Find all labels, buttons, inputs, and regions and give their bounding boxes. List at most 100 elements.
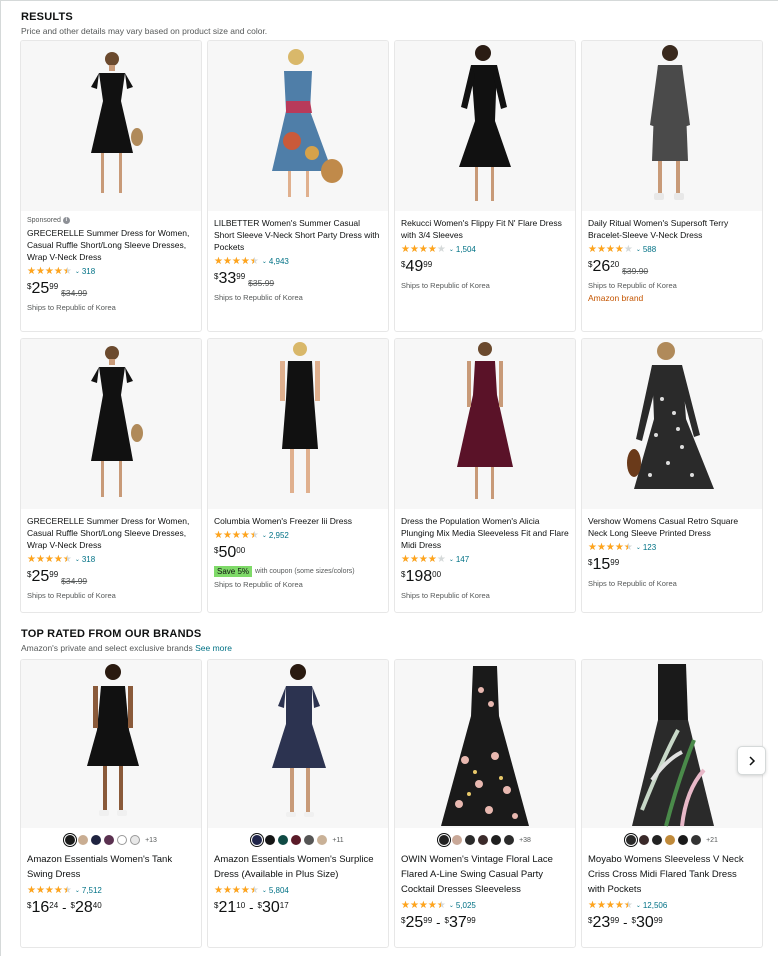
coupon-badge[interactable]: Save 5% [214, 566, 253, 577]
product-image[interactable] [395, 41, 575, 211]
product-rating[interactable]: ★★★★★★★★★★ ⌄ 2,952 [214, 529, 382, 541]
color-swatch[interactable] [278, 835, 289, 845]
color-swatch[interactable] [652, 835, 663, 845]
rating-count[interactable]: 123 [643, 543, 656, 552]
rating-count[interactable]: 588 [643, 245, 656, 254]
rating-count[interactable]: 4,943 [269, 257, 289, 266]
product-title[interactable]: Columbia Women's Freezer Iii Dress [214, 515, 382, 527]
coupon-row[interactable]: Save 5% with coupon (some sizes/colors) [214, 566, 382, 577]
carousel-next-button[interactable] [737, 746, 766, 775]
color-swatch[interactable] [639, 835, 650, 845]
color-swatch[interactable] [91, 835, 102, 845]
color-swatch[interactable] [478, 835, 489, 845]
product-title[interactable]: GRECERELLE Summer Dress for Women, Casua… [27, 515, 195, 551]
price-range[interactable]: $23 99- $30 99 [588, 914, 663, 932]
rating-count[interactable]: 12,506 [643, 901, 667, 910]
product-image[interactable] [21, 41, 201, 211]
product-card[interactable]: LILBETTER Women's Summer Casual Short Sl… [207, 40, 389, 332]
product-rating[interactable]: ★★★★★★★★★★ ⌄ 147 [401, 553, 569, 565]
rating-count[interactable]: 318 [82, 267, 95, 276]
product-price[interactable]: $26 20 [588, 258, 619, 276]
color-swatch[interactable] [452, 835, 463, 845]
rating-count[interactable]: 1,504 [456, 245, 476, 254]
product-card[interactable]: Dress the Population Women's Alicia Plun… [394, 338, 576, 613]
product-rating[interactable]: ★★★★★★★★★★ ⌄ 1,504 [401, 243, 569, 255]
color-swatch[interactable] [504, 835, 515, 845]
product-card[interactable]: GRECERELLE Summer Dress for Women, Casua… [20, 338, 202, 613]
color-swatch[interactable] [626, 835, 637, 845]
product-price[interactable]: $198 00 [401, 568, 441, 586]
rating-count[interactable]: 7,512 [82, 886, 102, 895]
color-swatch[interactable] [491, 835, 502, 845]
product-title[interactable]: Amazon Essentials Women's Tank Swing Dre… [27, 852, 195, 882]
rating-count[interactable]: 318 [82, 555, 95, 564]
product-card[interactable]: Vershow Womens Casual Retro Square Neck … [581, 338, 763, 613]
product-price[interactable]: $25 99 [27, 568, 58, 586]
product-title[interactable]: Rekucci Women's Flippy Fit N' Flare Dres… [401, 217, 569, 241]
color-swatch[interactable] [104, 835, 115, 845]
product-price[interactable]: $50 00 [214, 544, 245, 562]
color-swatch[interactable] [265, 835, 276, 845]
product-card[interactable]: Rekucci Women's Flippy Fit N' Flare Dres… [394, 40, 576, 332]
product-rating[interactable]: ★★★★★★★★★★ ⌄ 4,943 [214, 255, 382, 267]
product-title[interactable]: Vershow Womens Casual Retro Square Neck … [588, 515, 756, 539]
see-more-link[interactable]: See more [195, 643, 232, 653]
product-price[interactable]: $15 99 [588, 556, 619, 574]
more-colors[interactable]: +21 [706, 837, 718, 844]
product-image[interactable] [208, 339, 388, 509]
color-swatch[interactable] [78, 835, 89, 845]
color-swatch[interactable] [678, 835, 689, 845]
color-swatch[interactable] [665, 835, 676, 845]
product-card[interactable]: Daily Ritual Women's Supersoft Terry Bra… [581, 40, 763, 332]
product-price[interactable]: $25 99 [27, 280, 58, 298]
color-swatch[interactable] [439, 835, 450, 845]
product-image[interactable] [582, 660, 762, 828]
product-card[interactable]: Columbia Women's Freezer Iii Dress ★★★★★… [207, 338, 389, 613]
product-rating[interactable]: ★★★★★★★★★★ ⌄ 5,804 [214, 884, 382, 896]
color-swatch[interactable] [304, 835, 315, 845]
product-title[interactable]: Daily Ritual Women's Supersoft Terry Bra… [588, 217, 756, 241]
price-range[interactable]: $25 99- $37 99 [401, 914, 476, 932]
color-swatch[interactable] [252, 835, 263, 845]
product-rating[interactable]: ★★★★★★★★★★ ⌄ 123 [588, 541, 756, 553]
product-price[interactable]: $49 99 [401, 258, 432, 276]
more-colors[interactable]: +11 [332, 837, 343, 844]
color-swatch[interactable] [465, 835, 476, 845]
product-image[interactable] [21, 660, 201, 828]
info-icon[interactable]: i [62, 217, 70, 224]
product-title[interactable]: Amazon Essentials Women's Surplice Dress… [214, 852, 382, 882]
product-price[interactable]: $33 99 [214, 270, 245, 288]
brand-product-card[interactable]: +13 Amazon Essentials Women's Tank Swing… [20, 659, 202, 948]
rating-count[interactable]: 147 [456, 555, 469, 564]
brand-product-card[interactable]: +38 OWIN Women's Vintage Floral Lace Fla… [394, 659, 576, 948]
product-rating[interactable]: ★★★★★★★★★★ ⌄ 7,512 [27, 884, 195, 896]
product-image[interactable] [395, 660, 575, 828]
product-rating[interactable]: ★★★★★★★★★★ ⌄ 12,506 [588, 899, 756, 911]
product-image[interactable] [21, 339, 201, 509]
product-card[interactable]: Sponsored i GRECERELLE Summer Dress for W… [20, 40, 202, 332]
more-colors[interactable]: +38 [519, 837, 531, 844]
color-swatch[interactable] [691, 835, 702, 845]
product-image[interactable] [208, 41, 388, 211]
color-swatch[interactable] [65, 835, 76, 845]
product-image[interactable] [582, 41, 762, 211]
product-image[interactable] [395, 339, 575, 509]
product-title[interactable]: Moyabo Womens Sleeveless V Neck Criss Cr… [588, 852, 756, 897]
more-colors[interactable]: +13 [145, 837, 157, 844]
product-title[interactable]: OWIN Women's Vintage Floral Lace Flared … [401, 852, 569, 897]
product-rating[interactable]: ★★★★★★★★★★ ⌄ 5,025 [401, 899, 569, 911]
rating-count[interactable]: 5,804 [269, 886, 289, 895]
product-rating[interactable]: ★★★★★★★★★★ ⌄ 318 [27, 265, 195, 277]
product-title[interactable]: Dress the Population Women's Alicia Plun… [401, 515, 569, 551]
product-title[interactable]: GRECERELLE Summer Dress for Women, Casua… [27, 227, 195, 263]
price-range[interactable]: $21 10- $30 17 [214, 899, 289, 917]
product-rating[interactable]: ★★★★★★★★★★ ⌄ 318 [27, 553, 195, 565]
color-swatch[interactable] [317, 835, 328, 845]
brand-product-card[interactable]: +21 Moyabo Womens Sleeveless V Neck Cris… [581, 659, 763, 948]
product-image[interactable] [208, 660, 388, 828]
price-range[interactable]: $16 24- $28 40 [27, 899, 102, 917]
brand-product-card[interactable]: +11 Amazon Essentials Women's Surplice D… [207, 659, 389, 948]
color-swatch[interactable] [117, 835, 128, 845]
product-title[interactable]: LILBETTER Women's Summer Casual Short Sl… [214, 217, 382, 253]
color-swatch[interactable] [291, 835, 302, 845]
